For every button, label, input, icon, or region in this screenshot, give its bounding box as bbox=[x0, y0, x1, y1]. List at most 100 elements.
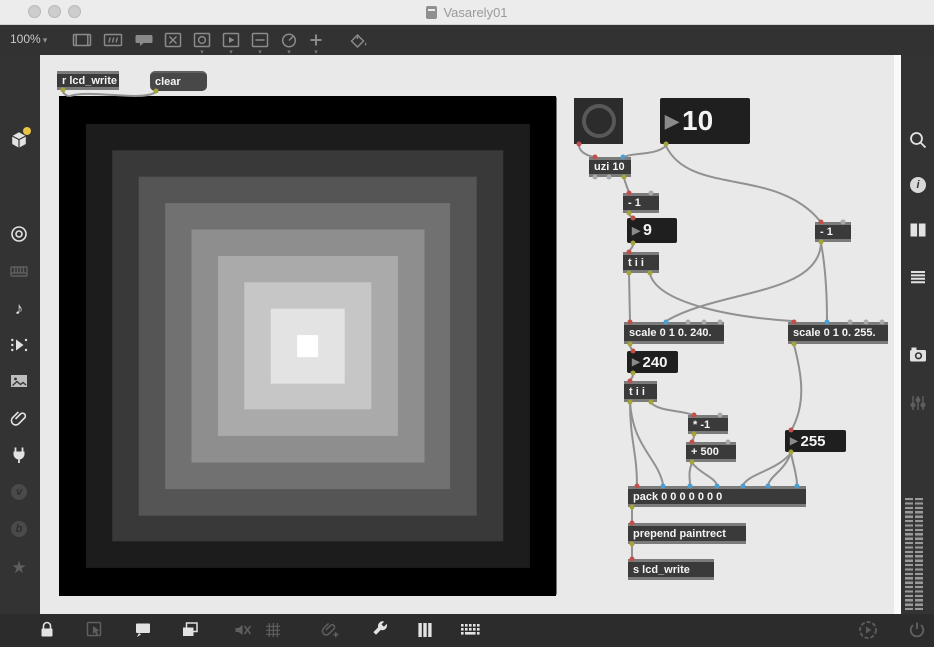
object-box-scale-color[interactable]: scale 0 1 0. 255. bbox=[788, 322, 888, 344]
snapshot-camera-icon[interactable] bbox=[907, 344, 929, 366]
box-label: clear bbox=[155, 76, 181, 88]
inlet-port-dot bbox=[717, 412, 723, 418]
audio-level-meter-right bbox=[915, 498, 923, 610]
presentation-mode-icon[interactable] bbox=[132, 619, 154, 641]
outlet-port-dot bbox=[630, 240, 636, 246]
object-box-receive[interactable]: r lcd_write bbox=[57, 71, 119, 90]
outlet-port-dot bbox=[648, 399, 654, 405]
plug-icon[interactable] bbox=[8, 444, 30, 466]
patcher-canvas[interactable]: r lcd_write clear ▶ 10 uzi 10- 1 ▶ 9 t i i- 1 sc… bbox=[40, 55, 901, 614]
inlet-port-dot bbox=[685, 319, 691, 325]
new-object-icon[interactable] bbox=[71, 29, 93, 51]
outlet-port-dot bbox=[592, 174, 598, 180]
box-label: - 1 bbox=[820, 226, 833, 238]
number-box-color[interactable]: ▶ 255 bbox=[785, 430, 846, 452]
inlet-port-dot bbox=[840, 219, 846, 225]
box-label: scale 0 1 0. 240. bbox=[629, 327, 712, 339]
vimeo-circle-icon[interactable]: v bbox=[8, 481, 30, 503]
packages-cube-icon[interactable] bbox=[8, 127, 31, 151]
grid-snap-icon[interactable] bbox=[262, 619, 284, 641]
jitter-playlist-icon[interactable] bbox=[8, 334, 30, 356]
top-toolbar: 100% ▾ ▾ ▾ ▾ ▾ ▾ bbox=[0, 25, 934, 80]
inlet-port-dot bbox=[630, 348, 636, 354]
window-title: Vasarely01 bbox=[443, 5, 508, 20]
zoom-level-control[interactable]: 100% ▾ bbox=[10, 32, 47, 46]
document-icon bbox=[426, 6, 438, 19]
box-label: 10 bbox=[682, 105, 714, 136]
vertical-scrollbar[interactable] bbox=[894, 55, 901, 614]
notification-badge bbox=[23, 127, 31, 135]
beap-circle-icon[interactable]: b bbox=[8, 518, 30, 540]
object-box-scale-position[interactable]: scale 0 1 0. 240. bbox=[624, 322, 724, 344]
inlet-port-dot bbox=[717, 319, 723, 325]
inlet-port-dot bbox=[794, 483, 800, 489]
inlet-port-dot bbox=[648, 190, 654, 196]
number-box-index[interactable]: ▶ 9 bbox=[627, 218, 677, 243]
object-box-send[interactable]: s lcd_write bbox=[628, 559, 714, 580]
target-circle-icon[interactable] bbox=[8, 223, 30, 245]
inlet-port-dot bbox=[847, 319, 853, 325]
object-box-pack[interactable]: pack 0 0 0 0 0 0 0 bbox=[628, 486, 806, 507]
box-label: uzi 10 bbox=[594, 161, 625, 173]
attach-plus-icon[interactable] bbox=[320, 619, 342, 641]
message-box-clear[interactable]: clear bbox=[150, 71, 207, 91]
inlet-port-dot bbox=[689, 439, 695, 445]
piano-keys-icon[interactable] bbox=[414, 619, 436, 641]
shortcuts-keyboard-icon[interactable] bbox=[459, 619, 481, 641]
left-sidebar: ♪ v b ★ bbox=[0, 55, 40, 614]
inlet-port-dot bbox=[791, 319, 797, 325]
keyboard-icon[interactable] bbox=[8, 260, 30, 282]
chevron-down-icon: ▾ bbox=[42, 35, 48, 45]
outlet-port-dot bbox=[647, 270, 653, 276]
inlet-port-dot bbox=[663, 319, 669, 325]
inlet-port-dot bbox=[626, 249, 632, 255]
outlet-port-dot bbox=[626, 270, 632, 276]
number-box-iterations[interactable]: ▶ 10 bbox=[660, 98, 750, 144]
layers-icon[interactable] bbox=[179, 619, 201, 641]
box-label: pack 0 0 0 0 0 0 0 bbox=[633, 490, 723, 503]
box-label: * -1 bbox=[693, 418, 711, 431]
inlet-port-dot bbox=[634, 483, 640, 489]
paint-bucket-icon[interactable] bbox=[347, 29, 369, 51]
box-label: prepend paintrect bbox=[633, 527, 726, 540]
number-box-position[interactable]: ▶ 240 bbox=[627, 351, 678, 373]
number-triangle-icon: ▶ bbox=[665, 110, 679, 131]
outlet-port-dot bbox=[627, 399, 633, 405]
wrench-debug-icon[interactable] bbox=[369, 619, 391, 641]
inlet-port-dot bbox=[725, 439, 731, 445]
mixer-faders-icon[interactable] bbox=[907, 392, 929, 414]
selection-tool-icon[interactable] bbox=[84, 619, 106, 641]
number-triangle-icon: ▶ bbox=[790, 435, 798, 447]
run-play-icon[interactable] bbox=[857, 619, 879, 641]
lcd-square-9 bbox=[296, 335, 319, 357]
console-list-icon[interactable] bbox=[907, 266, 929, 288]
inlet-port-dot bbox=[629, 556, 635, 562]
inlet-port-dot bbox=[765, 483, 771, 489]
image-icon[interactable] bbox=[8, 370, 30, 392]
new-comment-icon[interactable] bbox=[133, 29, 155, 51]
box-label: t i i bbox=[628, 256, 644, 269]
new-toggle-icon[interactable] bbox=[162, 29, 184, 51]
new-message-icon[interactable] bbox=[102, 29, 124, 51]
outlet-port-dot bbox=[630, 370, 636, 376]
audio-note-icon[interactable]: ♪ bbox=[8, 297, 30, 319]
outlet-port-dot bbox=[629, 541, 635, 547]
inspector-info-icon[interactable]: i bbox=[907, 174, 929, 196]
lcd-display[interactable] bbox=[59, 96, 556, 596]
object-box-prepend[interactable]: prepend paintrect bbox=[628, 523, 746, 544]
split-view-icon[interactable] bbox=[907, 219, 929, 241]
box-label: + 500 bbox=[691, 446, 719, 458]
audio-level-meter-left bbox=[905, 498, 913, 610]
max-patcher-window: Vasarely01 100% ▾ ▾ ▾ ▾ ▾ ▾ ♪ v b ★ i r … bbox=[0, 0, 934, 647]
inlet-port-dot bbox=[660, 483, 666, 489]
lock-patcher-icon[interactable] bbox=[36, 619, 58, 641]
audio-power-icon[interactable] bbox=[906, 619, 928, 641]
paperclip-icon[interactable] bbox=[8, 407, 30, 429]
audio-mute-icon[interactable] bbox=[232, 619, 254, 641]
zoom-level-value: 100% bbox=[10, 32, 41, 46]
inlet-port-dot bbox=[740, 483, 746, 489]
search-icon[interactable] bbox=[907, 129, 929, 151]
bang-button[interactable] bbox=[574, 98, 623, 144]
outlet-port-dot bbox=[691, 431, 697, 437]
favorites-star-icon[interactable]: ★ bbox=[8, 556, 30, 578]
